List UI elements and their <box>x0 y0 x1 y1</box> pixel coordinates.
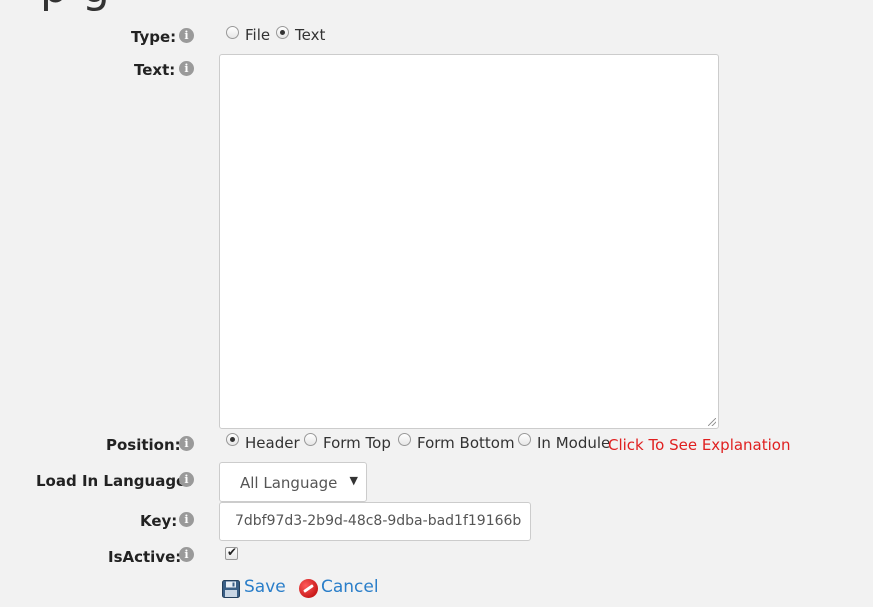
position-option-in-module[interactable]: In Module <box>537 434 610 452</box>
type-label: Type: <box>131 28 177 46</box>
info-icon[interactable]: i <box>179 28 194 43</box>
save-button[interactable]: Save <box>244 577 286 597</box>
type-option-file[interactable]: File <box>245 26 270 44</box>
language-label: Load In Language: <box>36 472 193 490</box>
type-radio-file[interactable] <box>226 26 239 39</box>
position-radio-in-module[interactable] <box>518 433 531 446</box>
position-option-form-bottom[interactable]: Form Bottom <box>417 434 515 452</box>
position-radio-header[interactable] <box>226 433 239 446</box>
cancel-icon[interactable] <box>299 579 318 598</box>
key-input[interactable]: 7dbf97d3-2b9d-48c8-9dba-bad1f19166b <box>219 502 531 541</box>
type-radio-text[interactable] <box>276 26 289 39</box>
key-label: Key: <box>140 512 178 530</box>
isactive-checkbox[interactable]: ✔ <box>225 545 238 560</box>
position-option-form-top[interactable]: Form Top <box>323 434 391 452</box>
position-radio-form-bottom[interactable] <box>398 433 411 446</box>
language-select-value: All Language <box>240 474 338 492</box>
type-option-text[interactable]: Text <box>295 26 325 44</box>
position-option-header[interactable]: Header <box>245 434 300 452</box>
checkmark-icon: ✔ <box>227 545 238 559</box>
info-icon[interactable]: i <box>179 436 194 451</box>
info-icon[interactable]: i <box>179 61 194 76</box>
chevron-down-icon: ▼ <box>349 474 358 487</box>
key-input-value: 7dbf97d3-2b9d-48c8-9dba-bad1f19166b <box>235 513 522 529</box>
page-heading: p g <box>40 0 110 10</box>
text-area[interactable] <box>219 54 719 429</box>
text-label: Text: <box>134 61 176 79</box>
position-radio-form-top[interactable] <box>304 433 317 446</box>
cancel-button[interactable]: Cancel <box>321 577 379 597</box>
position-label: Position: <box>106 436 181 454</box>
info-icon[interactable]: i <box>179 547 194 562</box>
resize-handle[interactable] <box>708 418 716 426</box>
explanation-link[interactable]: Click To See Explanation <box>608 436 790 454</box>
info-icon[interactable]: i <box>179 472 194 487</box>
save-icon[interactable] <box>222 580 240 598</box>
language-select[interactable]: All Language ▼ <box>219 462 367 502</box>
isactive-label: IsActive: <box>108 548 182 566</box>
info-icon[interactable]: i <box>179 512 194 527</box>
